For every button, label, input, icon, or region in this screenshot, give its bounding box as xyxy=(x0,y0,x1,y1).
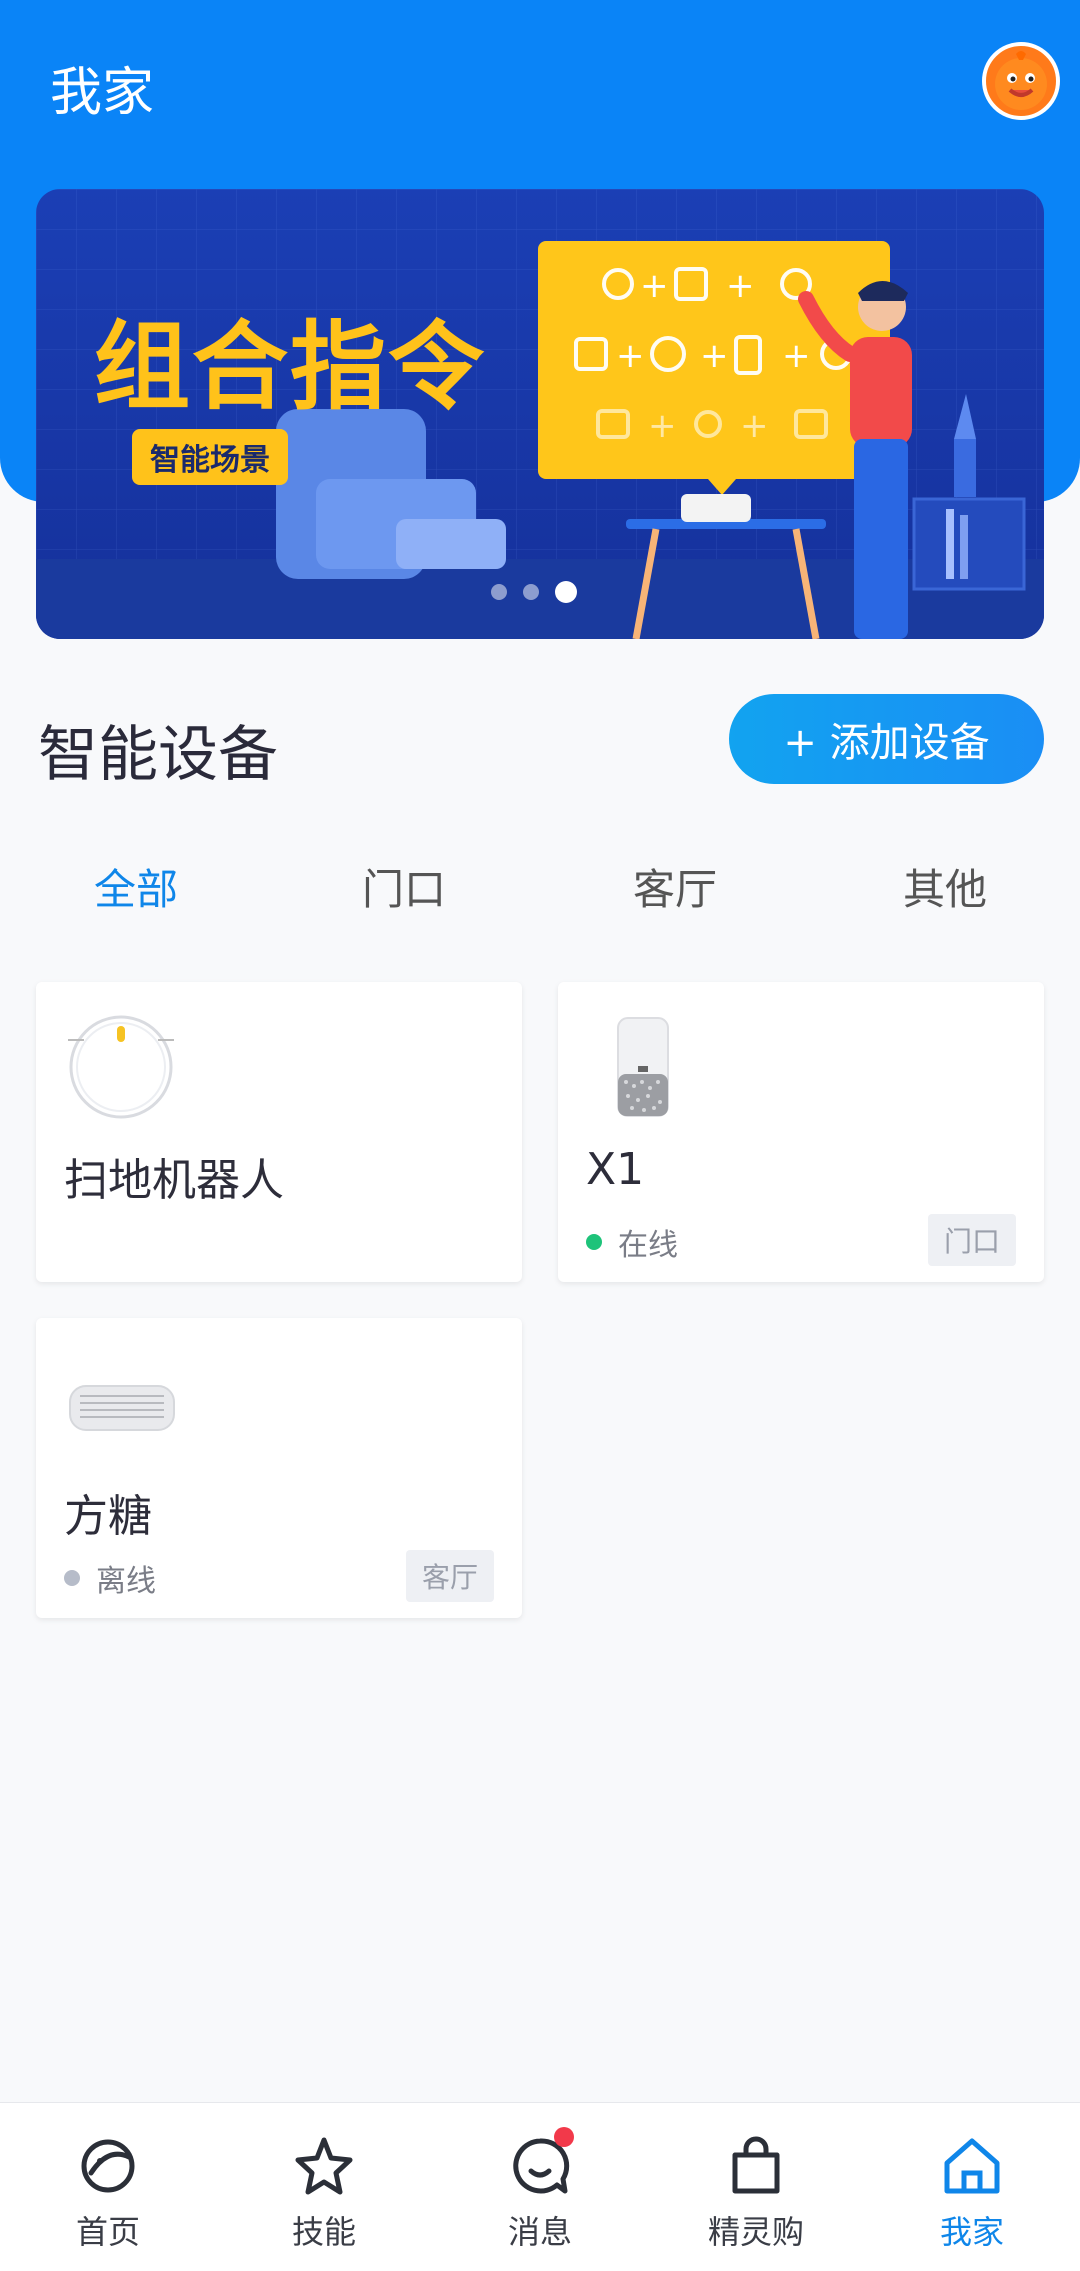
shopping-bag-icon xyxy=(732,2136,780,2194)
tab-living-room[interactable]: 客厅 xyxy=(575,856,775,917)
banner-tag: 智能场景 xyxy=(132,429,288,485)
smart-speaker-icon xyxy=(69,1385,175,1431)
svg-text:+: + xyxy=(700,336,729,376)
device-name: 扫地机器人 xyxy=(64,1155,284,1206)
carousel-dot-active[interactable] xyxy=(555,581,577,603)
svg-text:+: + xyxy=(648,406,677,446)
tabbar-item-messages[interactable]: 消息 xyxy=(460,2127,620,2253)
device-card-robot-vacuum[interactable]: 扫地机器人 xyxy=(36,982,522,1282)
online-status-dot xyxy=(586,1234,602,1250)
svg-text:+: + xyxy=(782,336,811,376)
svg-text:+: + xyxy=(740,406,769,446)
tabbar-label: 技能 xyxy=(291,2213,356,2251)
page-title: 我家 xyxy=(50,63,155,123)
device-status: 在线 xyxy=(586,1220,678,1264)
tabbar-item-skills[interactable]: 技能 xyxy=(244,2133,404,2253)
svg-text:+: + xyxy=(640,266,669,306)
tabbar-label: 消息 xyxy=(507,2213,572,2251)
planet-icon xyxy=(81,2139,135,2193)
robot-vacuum-icon xyxy=(68,1015,174,1119)
banner-title: 组合指令 xyxy=(94,311,486,423)
promo-banner[interactable]: + + + + + + + 组合指令 智能场景 xyxy=(36,189,1044,639)
tabbar-item-home[interactable]: 首页 xyxy=(28,2133,188,2253)
tab-doorway[interactable]: 门口 xyxy=(304,856,504,917)
avatar-face-icon xyxy=(995,51,1047,110)
device-card-fangtang[interactable]: 方糖 离线 客厅 xyxy=(36,1318,522,1618)
carousel-dot[interactable] xyxy=(491,584,507,600)
tabbar-label: 精灵购 xyxy=(707,2213,804,2251)
section-title: 智能设备 xyxy=(38,720,278,790)
status-text: 在线 xyxy=(618,1228,678,1263)
device-card-x1[interactable]: X1 在线 门口 xyxy=(558,982,1044,1282)
tabbar-item-shop[interactable]: 精灵购 xyxy=(676,2133,836,2253)
star-icon xyxy=(295,2137,353,2195)
device-name: X1 xyxy=(586,1144,645,1195)
offline-status-dot xyxy=(64,1570,80,1586)
svg-text:+: + xyxy=(616,336,645,376)
device-status: 离线 xyxy=(64,1556,156,1600)
status-text: 离线 xyxy=(96,1564,156,1599)
notification-badge xyxy=(554,2127,574,2147)
tab-other[interactable]: 其他 xyxy=(845,856,1045,917)
device-name: 方糖 xyxy=(64,1491,152,1542)
tabbar-label: 首页 xyxy=(75,2213,140,2251)
tabbar-item-my-home[interactable]: 我家 xyxy=(892,2133,1052,2253)
room-badge: 门口 xyxy=(927,1214,1016,1266)
home-icon xyxy=(944,2138,1000,2194)
add-device-button[interactable]: + 添加设备 xyxy=(729,694,1044,784)
room-tabs: 全部 门口 客厅 其他 xyxy=(0,856,1080,926)
carousel-dot[interactable] xyxy=(523,584,539,600)
carousel-dots xyxy=(491,581,577,603)
avatar[interactable] xyxy=(982,42,1060,120)
tabbar-label: 我家 xyxy=(939,2213,1004,2251)
svg-text:+: + xyxy=(726,266,755,306)
room-badge: 客厅 xyxy=(405,1550,494,1602)
air-purifier-icon xyxy=(617,1017,669,1117)
tab-all[interactable]: 全部 xyxy=(36,856,236,917)
bottom-tab-bar: 首页 技能 消息 精灵购 我家 xyxy=(0,2102,1080,2271)
